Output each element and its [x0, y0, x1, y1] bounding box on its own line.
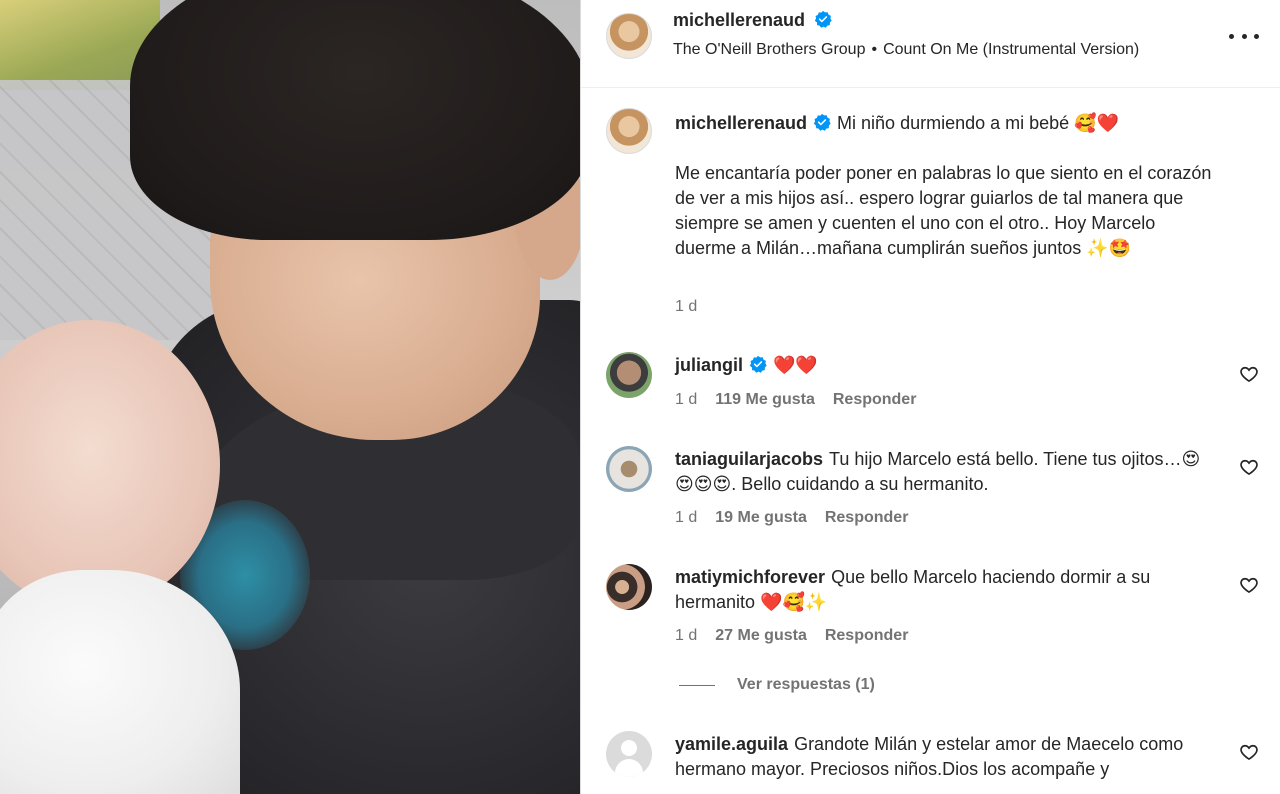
caption-first-line: Mi niño durmiendo a mi bebé 🥰❤️ [837, 113, 1119, 133]
audio-track: Count On Me (Instrumental Version) [883, 41, 1140, 58]
author-name-row: michellerenaud [673, 10, 832, 31]
audio-artist: The O'Neill Brothers Group [673, 41, 866, 58]
post-details-panel: michellerenaud The O'Neill Brothers Grou… [580, 0, 1280, 794]
caption-avatar[interactable] [606, 108, 652, 154]
verified-badge-icon [813, 113, 831, 131]
caption-username[interactable]: michellerenaud [675, 113, 807, 133]
like-heart-icon[interactable] [1239, 457, 1259, 477]
audio-separator: • [871, 41, 878, 58]
author-username[interactable]: michellerenaud [673, 10, 805, 30]
comment-text: taniaguilarjacobs Tu hijo Marcelo está be… [675, 447, 1215, 497]
comment-meta: 1 d 119 Me gusta Responder [675, 391, 934, 409]
caption-meta: 1 d [675, 298, 715, 316]
reply-button[interactable]: Responder [825, 509, 909, 526]
comment-time[interactable]: 1 d [675, 509, 697, 526]
audio-info[interactable]: The O'Neill Brothers Group • Count On Me (… [673, 41, 1139, 59]
comment-likes[interactable]: 119 Me gusta [715, 391, 815, 408]
comment-avatar[interactable] [606, 352, 652, 398]
comment-likes[interactable]: 19 Me gusta [715, 509, 807, 526]
comment-meta: 1 d 19 Me gusta Responder [675, 509, 926, 527]
comment-avatar[interactable] [606, 446, 652, 492]
reply-button[interactable]: Responder [833, 391, 917, 408]
view-replies-label: Ver respuestas (1) [737, 676, 875, 693]
comment-avatar[interactable] [606, 564, 652, 610]
verified-badge-icon [814, 10, 832, 28]
comment-likes[interactable]: 27 Me gusta [715, 627, 807, 644]
comment-text: juliangil ❤️❤️ [675, 353, 1235, 378]
comment-username[interactable]: taniaguilarjacobs [675, 449, 823, 469]
comment-text: matiymichforever Que bello Marcelo hacien… [675, 565, 1215, 615]
default-avatar-icon[interactable] [606, 731, 652, 777]
verified-badge-icon [749, 355, 767, 373]
comment-time[interactable]: 1 d [675, 391, 697, 408]
like-heart-icon[interactable] [1239, 364, 1259, 384]
comment-body: ❤️❤️ [773, 355, 818, 375]
post-video[interactable] [0, 0, 580, 794]
comment-username[interactable]: juliangil [675, 355, 743, 375]
caption-text-block: michellerenaud Mi niño durmiendo a mi be… [675, 111, 1235, 261]
comment-meta: 1 d 27 Me gusta Responder [675, 627, 926, 645]
comment-time[interactable]: 1 d [675, 627, 697, 644]
author-avatar[interactable] [606, 13, 652, 59]
replies-divider [679, 684, 715, 686]
caption-time[interactable]: 1 d [675, 298, 697, 315]
comment-username[interactable]: matiymichforever [675, 567, 825, 587]
like-heart-icon[interactable] [1239, 575, 1259, 595]
more-options-icon[interactable] [1229, 26, 1259, 46]
view-replies-button[interactable]: Ver respuestas (1) [679, 676, 875, 694]
comment-text: yamile.aguila Grandote Milán y estelar am… [675, 732, 1225, 782]
like-heart-icon[interactable] [1239, 742, 1259, 762]
comment-username[interactable]: yamile.aguila [675, 734, 788, 754]
child-hair [130, 0, 580, 240]
caption-body: Me encantaría poder poner en palabras lo… [675, 163, 1212, 258]
post-header: michellerenaud The O'Neill Brothers Grou… [581, 0, 1280, 88]
reply-button[interactable]: Responder [825, 627, 909, 644]
